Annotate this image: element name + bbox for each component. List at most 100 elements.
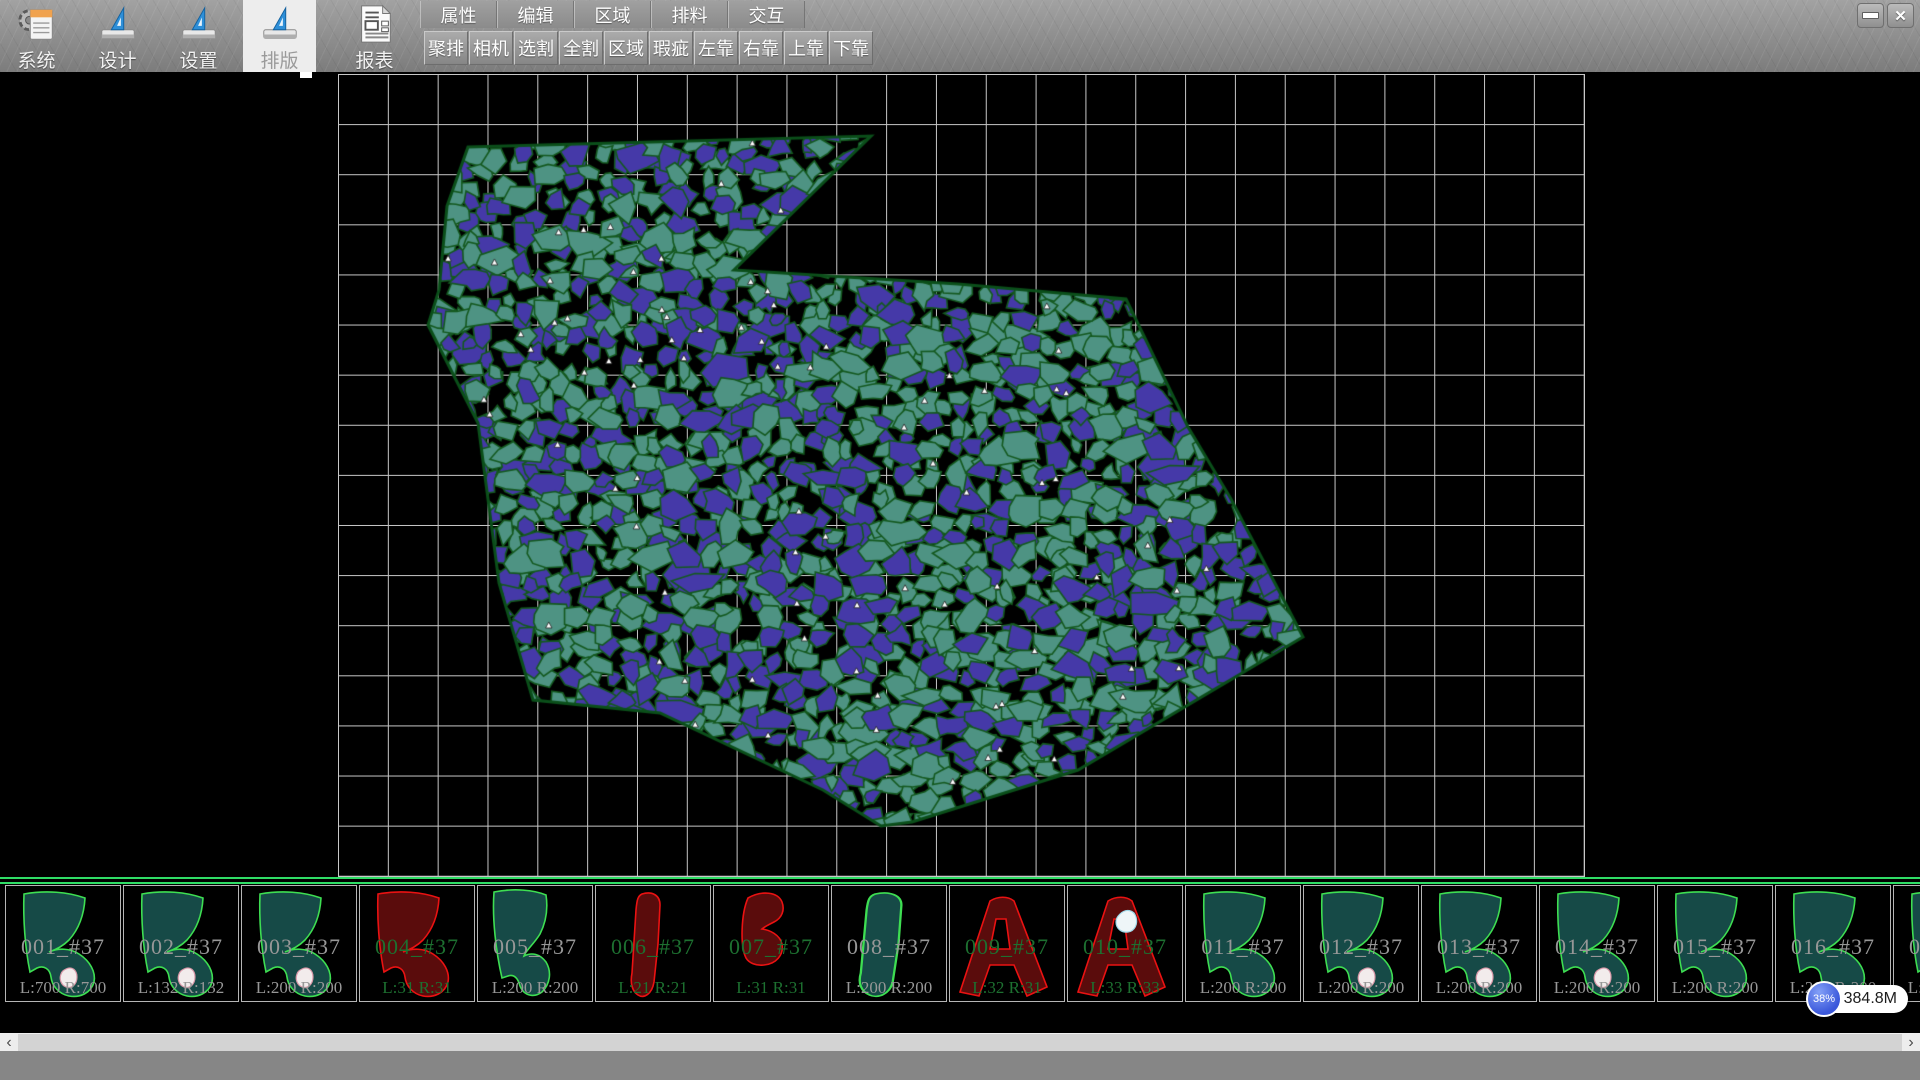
piece-thumbnail[interactable]: 011_#37 L:200 R:200 [1185,885,1301,1002]
piece-thumbnail[interactable]: 004_#37 L:31 R:31 [359,885,475,1002]
app-tab-report[interactable]: 报表 [338,0,411,72]
piece-lr-label: L:21 R:21 [596,978,710,998]
piece-id-label: 010_#37 [1068,934,1182,960]
tool-button-camera[interactable]: 相机 [469,31,513,65]
tool-button-region[interactable]: 区域 [604,31,648,65]
progress-percent: 38% [1813,993,1835,1005]
app-tab-label: 系统 [17,46,55,73]
report-icon [354,3,396,45]
app-tab-system[interactable]: 系统 [0,0,73,72]
piece-lr-label: L:200 R:200 [1540,978,1654,998]
minimize-icon [1862,12,1879,19]
piece-lr-label: L:200 R:200 [478,978,592,998]
piece-thumbnail[interactable]: 014_#37 L:200 R:200 [1539,885,1655,1002]
nesting-canvas-area[interactable] [0,72,1920,877]
piece-thumbnail[interactable]: 009_#37 L:32 R:31 [949,885,1065,1002]
piece-id-label: 006_#37 [596,934,710,960]
menu-bar: 属性编辑区域排料交互 [420,1,805,28]
piece-id-label: 002_#37 [124,934,238,960]
pieces-strip: 001_#37 L:700 R:700002_#37 L:132 R:132003_… [0,884,1920,1033]
app-tab-design[interactable]: 设计 [81,0,154,72]
piece-thumbnail[interactable]: 005_#37 L:200 R:200 [477,885,593,1002]
menu-item-region[interactable]: 区域 [574,1,651,28]
piece-thumbnail[interactable]: 012_#37 L:200 R:200 [1303,885,1419,1002]
tool-button-align-left[interactable]: 左靠 [694,31,738,65]
tool-button-select-cut[interactable]: 选割 [514,31,558,65]
piece-id-label: 007_#37 [714,934,828,960]
app-tab-label: 报表 [355,46,393,73]
piece-thumbnail[interactable]: 003_#37 L:200 R:200 [241,885,357,1002]
piece-lr-label: L:200 R:200 [1422,978,1536,998]
menu-item-properties[interactable]: 属性 [420,1,497,28]
piece-id-label: 015_#37 [1658,934,1772,960]
scroll-right-arrow[interactable]: › [1902,1034,1920,1052]
piece-lr-label: L:32 R:31 [950,978,1064,998]
tool-button-align-top[interactable]: 上靠 [784,31,828,65]
piece-thumbnail[interactable]: 008_#37 L:200 R:200 [831,885,947,1002]
ruler-icon [259,3,301,45]
piece-thumbnail[interactable]: 010_#37 L:33 R:33 [1067,885,1183,1002]
ruler-icon [178,3,220,45]
window-controls: ✕ [1857,3,1914,28]
piece-thumbnail[interactable]: 006_#37 L:21 R:21 [595,885,711,1002]
piece-id-label: 016_#37 [1776,934,1890,960]
tool-button-defect[interactable]: 瑕疵 [649,31,693,65]
piece-id-label: 014_#37 [1540,934,1654,960]
close-icon: ✕ [1894,7,1907,25]
menu-item-edit[interactable]: 编辑 [497,1,574,28]
close-button[interactable]: ✕ [1887,3,1914,28]
piece-thumbnail[interactable]: 002_#37 L:132 R:132 [123,885,239,1002]
piece-lr-label: L:200 R:200 [1186,978,1300,998]
toolbar: 系统设计设置排版报表 属性编辑区域排料交互 聚排相机选割全割区域瑕疵左靠右靠上靠… [0,0,1920,73]
leather-hide-layout[interactable] [0,72,1920,877]
piece-lr-label: L:132 R:132 [124,978,238,998]
piece-id-label: 003_#37 [242,934,356,960]
app-tab-label: 设置 [179,46,217,73]
piece-id-label: 001_#37 [6,934,120,960]
piece-id-label: 012_#37 [1304,934,1418,960]
piece-lr-label: L:200 R:200 [242,978,356,998]
tool-button-cluster-nest[interactable]: 聚排 [424,31,468,65]
strip-separator [0,877,1920,884]
tool-button-align-right[interactable]: 右靠 [739,31,783,65]
tool-button-align-bottom[interactable]: 下靠 [829,31,873,65]
piece-thumbnail[interactable]: 015_#37 L:200 R:200 [1657,885,1773,1002]
piece-lr-label: L:31 R:31 [714,978,828,998]
piece-id-label: 017_#37 [1894,934,1920,960]
piece-thumbnail[interactable]: 001_#37 L:700 R:700 [5,885,121,1002]
piece-thumbnail[interactable]: 013_#37 L:200 R:200 [1421,885,1537,1002]
app-tab-label: 排版 [260,46,298,73]
scroll-left-arrow[interactable]: ‹ [0,1034,18,1052]
tool-bar: 聚排相机选割全割区域瑕疵左靠右靠上靠下靠 [424,31,874,65]
system-icon [16,3,58,45]
piece-lr-label: L:200 R:200 [1304,978,1418,998]
memory-value: 384.8M [1844,990,1897,1008]
piece-lr-label: L:700 R:700 [6,978,120,998]
piece-lr-label: L:200 R:200 [832,978,946,998]
piece-id-label: 005_#37 [478,934,592,960]
app-tabs: 系统 设计 设置 排版 报表 [0,0,419,72]
app-tab-label: 设计 [98,46,136,73]
separator-line [0,877,1920,879]
piece-id-label: 008_#37 [832,934,946,960]
piece-lr-label: L:33 R:33 [1068,978,1182,998]
status-badge: 38% 384.8M [1812,985,1908,1013]
menu-item-nest[interactable]: 排料 [651,1,728,28]
progress-circle: 38% [1806,981,1842,1017]
piece-id-label: 011_#37 [1186,934,1300,960]
app-tab-nesting[interactable]: 排版 [243,0,316,72]
status-bar [0,1051,1920,1080]
piece-id-label: 009_#37 [950,934,1064,960]
app-tab-settings[interactable]: 设置 [162,0,235,72]
ruler-icon [97,3,139,45]
application-window: 系统设计设置排版报表 属性编辑区域排料交互 聚排相机选割全割区域瑕疵左靠右靠上靠… [0,0,1920,1080]
piece-id-label: 004_#37 [360,934,474,960]
tool-button-cut-all[interactable]: 全割 [559,31,603,65]
menu-item-interact[interactable]: 交互 [728,1,805,28]
piece-lr-label: L:31 R:31 [360,978,474,998]
horizontal-scrollbar[interactable]: ‹ › [0,1033,1920,1051]
piece-lr-label: L:200 R:200 [1658,978,1772,998]
piece-thumbnail[interactable]: 007_#37 L:31 R:31 [713,885,829,1002]
minimize-button[interactable] [1857,3,1884,28]
piece-id-label: 013_#37 [1422,934,1536,960]
